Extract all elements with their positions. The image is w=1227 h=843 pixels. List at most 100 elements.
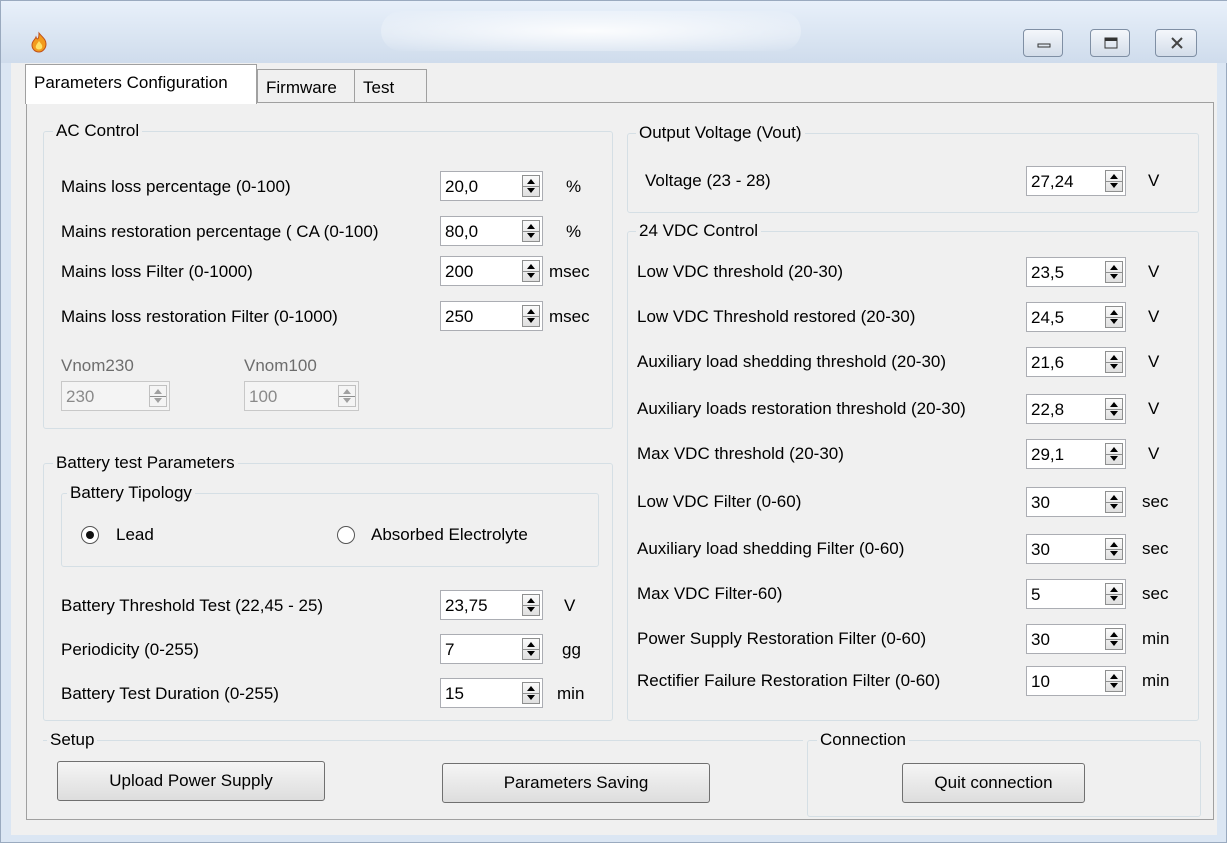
title-bar-glow bbox=[381, 11, 801, 51]
input-value: 30 bbox=[1031, 493, 1050, 512]
low-vdc-threshold-input[interactable]: 23,5 bbox=[1026, 257, 1126, 287]
title-bar bbox=[1, 1, 1227, 63]
mains-restoration-percentage-input[interactable]: 80,0 bbox=[440, 216, 543, 246]
spinner-arrows-icon[interactable] bbox=[1105, 628, 1123, 650]
spinner-arrows-icon[interactable] bbox=[1105, 398, 1123, 420]
unit-label: sec bbox=[1142, 492, 1169, 511]
spinner-arrows-icon[interactable] bbox=[1105, 351, 1123, 373]
battery-test-title: Battery test Parameters bbox=[53, 453, 238, 473]
mains-loss-restoration-filter-label: Mains loss restoration Filter (0-1000) bbox=[61, 307, 338, 326]
ac-control-title: AC Control bbox=[53, 121, 143, 141]
power-supply-restoration-filter-input[interactable]: 30 bbox=[1026, 624, 1126, 654]
periodicity-input[interactable]: 7 bbox=[440, 634, 543, 664]
upload-power-supply-button[interactable]: Upload Power Supply bbox=[57, 761, 325, 801]
spinner-arrows-icon[interactable] bbox=[522, 220, 540, 242]
unit-label: V bbox=[1148, 171, 1160, 190]
unit-label: V bbox=[1148, 262, 1160, 281]
mains-loss-percentage-input[interactable]: 20,0 bbox=[440, 171, 543, 201]
absorbed-electrolyte-radio[interactable] bbox=[337, 526, 355, 544]
input-value: 7 bbox=[445, 640, 455, 659]
minimize-button[interactable] bbox=[1023, 29, 1063, 57]
unit-label: V bbox=[1148, 399, 1160, 418]
aux-load-shedding-threshold-input[interactable]: 21,6 bbox=[1026, 347, 1126, 377]
parameters-saving-button[interactable]: Parameters Saving bbox=[442, 763, 710, 803]
max-vdc-filter-input[interactable]: 5 bbox=[1026, 579, 1126, 609]
battery-threshold-test-label: Battery Threshold Test (22,45 - 25) bbox=[61, 596, 324, 615]
tab-firmware[interactable]: Firmware bbox=[257, 69, 355, 103]
spinner-arrows-icon[interactable] bbox=[1105, 170, 1123, 192]
spinner-arrows-icon[interactable] bbox=[1105, 443, 1123, 465]
lead-radio-label[interactable]: Lead bbox=[116, 525, 154, 545]
mains-loss-filter-input[interactable]: 200 bbox=[440, 256, 543, 286]
lead-radio[interactable] bbox=[81, 526, 99, 544]
vdc-control-title: 24 VDC Control bbox=[636, 221, 762, 241]
vnom230-label: Vnom230 bbox=[61, 356, 134, 375]
spinner-arrows-icon[interactable] bbox=[522, 594, 540, 616]
absorbed-electrolyte-radio-label[interactable]: Absorbed Electrolyte bbox=[371, 525, 528, 545]
setup-separator bbox=[43, 740, 803, 741]
input-value: 230 bbox=[66, 387, 95, 406]
spinner-arrows-icon[interactable] bbox=[1105, 583, 1123, 605]
max-vdc-threshold-label: Max VDC threshold (20-30) bbox=[637, 444, 844, 463]
battery-threshold-test-input[interactable]: 23,75 bbox=[440, 590, 543, 620]
input-value: 20,0 bbox=[445, 177, 479, 196]
low-vdc-filter-label: Low VDC Filter (0-60) bbox=[637, 492, 802, 511]
input-value: 30 bbox=[1031, 540, 1050, 559]
input-value: 15 bbox=[445, 684, 464, 703]
input-value: 30 bbox=[1031, 630, 1050, 649]
spinner-arrows-icon bbox=[338, 385, 356, 407]
input-value: 80,0 bbox=[445, 222, 479, 241]
close-icon bbox=[1171, 37, 1183, 49]
battery-test-duration-label: Battery Test Duration (0-255) bbox=[61, 684, 279, 703]
vnom100-input: 100 bbox=[244, 381, 359, 411]
unit-label: msec bbox=[549, 262, 590, 281]
spinner-arrows-icon[interactable] bbox=[1105, 670, 1123, 692]
input-value: 5 bbox=[1031, 585, 1041, 604]
voltage-input[interactable]: 27,24 bbox=[1026, 166, 1126, 196]
unit-label: msec bbox=[549, 307, 590, 326]
tab-test[interactable]: Test bbox=[354, 69, 427, 103]
aux-load-shedding-filter-input[interactable]: 30 bbox=[1026, 534, 1126, 564]
aux-loads-restoration-threshold-input[interactable]: 22,8 bbox=[1026, 394, 1126, 424]
tab-label: Parameters Configuration bbox=[34, 73, 228, 92]
unit-label: sec bbox=[1142, 539, 1169, 558]
spinner-arrows-icon[interactable] bbox=[522, 638, 540, 660]
input-value: 250 bbox=[445, 307, 474, 326]
tab-parameters-configuration[interactable]: Parameters Configuration bbox=[25, 64, 257, 104]
input-value: 29,1 bbox=[1031, 445, 1065, 464]
max-vdc-threshold-input[interactable]: 29,1 bbox=[1026, 439, 1126, 469]
aux-load-shedding-filter-label: Auxiliary load shedding Filter (0-60) bbox=[637, 539, 905, 558]
unit-label: min bbox=[1142, 671, 1170, 690]
battery-test-duration-input[interactable]: 15 bbox=[440, 678, 543, 708]
unit-label: V bbox=[1148, 444, 1160, 463]
spinner-arrows-icon bbox=[149, 385, 167, 407]
spinner-arrows-icon[interactable] bbox=[1105, 306, 1123, 328]
spinner-arrows-icon[interactable] bbox=[1105, 261, 1123, 283]
spinner-arrows-icon[interactable] bbox=[1105, 538, 1123, 560]
vnom100-label: Vnom100 bbox=[244, 356, 317, 375]
unit-label: min bbox=[1142, 629, 1170, 648]
mains-loss-percentage-label: Mains loss percentage (0-100) bbox=[61, 177, 291, 196]
spinner-arrows-icon[interactable] bbox=[522, 682, 540, 704]
maximize-button[interactable] bbox=[1090, 29, 1130, 57]
input-value: 24,5 bbox=[1031, 308, 1065, 327]
mains-loss-restoration-filter-input[interactable]: 250 bbox=[440, 301, 543, 331]
rectifier-failure-restoration-filter-input[interactable]: 10 bbox=[1026, 666, 1126, 696]
unit-label: % bbox=[566, 177, 582, 196]
low-vdc-threshold-label: Low VDC threshold (20-30) bbox=[637, 262, 843, 281]
low-vdc-filter-input[interactable]: 30 bbox=[1026, 487, 1126, 517]
vnom230-input: 230 bbox=[61, 381, 170, 411]
power-supply-restoration-filter-label: Power Supply Restoration Filter (0-60) bbox=[637, 629, 927, 648]
spinner-arrows-icon[interactable] bbox=[522, 305, 540, 327]
flame-icon bbox=[31, 31, 47, 53]
spinner-arrows-icon[interactable] bbox=[1105, 491, 1123, 513]
low-vdc-threshold-restored-input[interactable]: 24,5 bbox=[1026, 302, 1126, 332]
spinner-arrows-icon[interactable] bbox=[522, 175, 540, 197]
output-voltage-title: Output Voltage (Vout) bbox=[636, 123, 805, 143]
battery-tipology-title: Battery Tipology bbox=[67, 483, 195, 503]
unit-label: V bbox=[1148, 307, 1160, 326]
spinner-arrows-icon[interactable] bbox=[522, 260, 540, 282]
quit-connection-button[interactable]: Quit connection bbox=[902, 763, 1085, 803]
close-button[interactable] bbox=[1155, 29, 1197, 57]
unit-label: V bbox=[1148, 352, 1160, 371]
